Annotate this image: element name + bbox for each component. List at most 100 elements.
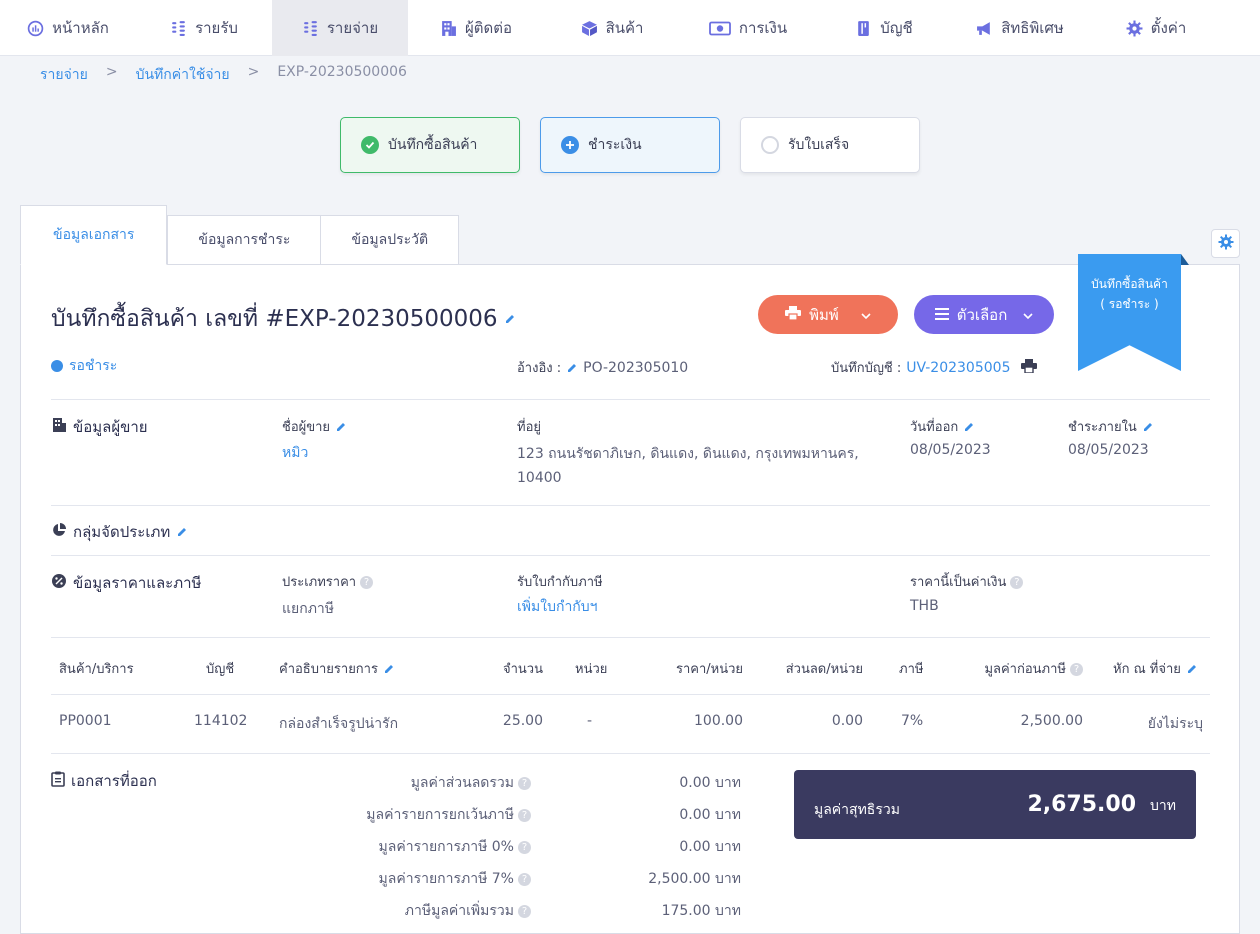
nav-income[interactable]: รายรับ [136, 0, 272, 56]
seller-section-title: ข้อมูลผู้ขาย [51, 415, 148, 439]
document-title: บันทึกซื้อสินค้า เลขที่ #EXP-20230500006 [51, 306, 498, 332]
col-unit: หน่วย [575, 662, 608, 677]
status-badge: รอชำระ [51, 355, 117, 377]
page-title: บันทึกซื้อสินค้า เลขที่ #EXP-20230500006 [51, 301, 516, 337]
col-pretax-label: มูลค่าก่อนภาษี [984, 662, 1066, 677]
summary-value: 0.00 บาท [679, 839, 741, 855]
breadcrumb-expense-records[interactable]: บันทึกค่าใช้จ่าย [136, 64, 230, 86]
col-description-label: คำอธิบายรายการ [279, 662, 378, 677]
step-label: รับใบเสร็จ [788, 137, 850, 153]
summary-value: 2,500.00 บาท [648, 871, 741, 887]
help-icon[interactable]: ? [518, 904, 531, 918]
summary-label: ภาษีมูลค่าเพิ่มรวม [404, 903, 514, 919]
net-total-label: มูลค่าสุทธิรวม [814, 801, 900, 818]
breadcrumb: รายจ่าย > บันทึกค่าใช้จ่าย > EXP-2023050… [40, 64, 407, 86]
ledger-link[interactable]: UV-202305005 [906, 360, 1010, 376]
print-button[interactable]: พิมพ์ [758, 295, 898, 334]
currency-label: ราคานี้เป็นค่าเงิน [910, 575, 1007, 590]
step-label: บันทึกซื้อสินค้า [388, 137, 478, 153]
step-payment[interactable]: ชำระเงิน [540, 117, 720, 173]
tax-invoice-label: รับใบกำกับภาษี [517, 575, 603, 590]
dashboard-icon [27, 20, 44, 37]
nav-accounting[interactable]: บัญชี [816, 0, 952, 56]
edit-pencil-icon[interactable] [1142, 421, 1154, 433]
printer-icon [785, 305, 802, 324]
status-text: รอชำระ [69, 358, 118, 374]
nav-settings[interactable]: ตั้งค่า [1088, 0, 1224, 56]
breadcrumb-expense[interactable]: รายจ่าย [40, 64, 88, 86]
col-tax: ภาษี [899, 662, 924, 677]
price-type-label: ประเภทราคา [282, 575, 357, 590]
summary-label: มูลค่ารายการภาษี 0% [378, 839, 514, 855]
ribbon-title: บันทึกซื้อสินค้า [1091, 277, 1168, 291]
summary-row: มูลค่ารายการภาษี 0%? 0.00 บาท [301, 836, 741, 858]
edit-pencil-icon[interactable] [176, 526, 188, 538]
help-icon[interactable]: ? [518, 872, 531, 886]
col-account: บัญชี [206, 662, 235, 677]
nav-label: บัญชี [880, 19, 913, 37]
pie-chart-icon [51, 522, 67, 542]
breadcrumb-separator: > [105, 64, 118, 80]
net-total-value: 2,675.00 [1027, 792, 1137, 817]
product-code-link[interactable]: PP0001 [59, 713, 112, 729]
nav-contacts[interactable]: ผู้ติดต่อ [408, 0, 544, 56]
nav-finance[interactable]: การเงิน [680, 0, 816, 56]
summary-value: 0.00 บาท [679, 775, 741, 791]
tab-payment-info[interactable]: ข้อมูลการชำระ [167, 215, 322, 265]
nav-label: รายจ่าย [326, 19, 379, 37]
tab-document-info[interactable]: ข้อมูลเอกสาร [20, 205, 168, 265]
nav-dashboard[interactable]: หน้าหลัก [0, 0, 136, 56]
progress-steps: บันทึกซื้อสินค้า ชำระเงิน รับใบเสร็จ [340, 117, 920, 173]
chevron-down-icon [1023, 306, 1033, 324]
col-description: คำอธิบายรายการ [279, 658, 395, 679]
coins-icon [170, 20, 187, 37]
edit-pencil-icon[interactable] [335, 421, 347, 433]
help-icon[interactable]: ? [1010, 576, 1024, 589]
ribbon-fold [1181, 254, 1189, 265]
step-label: ชำระเงิน [588, 137, 642, 153]
edit-pencil-icon[interactable] [963, 421, 975, 433]
divider [51, 505, 1210, 506]
check-circle-icon [361, 136, 379, 154]
megaphone-icon [976, 20, 993, 37]
step-receive-receipt[interactable]: รับใบเสร็จ [740, 117, 920, 173]
col-withholding-label: หัก ณ ที่จ่าย [1113, 662, 1181, 677]
top-nav: หน้าหลัก รายรับ รายจ่าย ผู้ติดต่อ สินค้า… [0, 0, 1260, 56]
nav-products[interactable]: สินค้า [544, 0, 680, 56]
price-type-field: ประเภทราคา? [282, 571, 374, 592]
menu-icon [934, 306, 949, 324]
edit-pencil-icon[interactable] [383, 663, 395, 675]
gear-icon [1218, 234, 1234, 254]
document-tabs: ข้อมูลเอกสาร ข้อมูลการชำระ ข้อมูลประวัติ [20, 205, 460, 265]
breadcrumb-current: EXP-20230500006 [277, 64, 407, 80]
book-icon [855, 20, 872, 37]
reference-value: PO-202305010 [583, 359, 689, 376]
item-unit: - [587, 713, 593, 729]
building-icon [440, 20, 457, 37]
category-section-title: กลุ่มจัดประเภท [51, 520, 188, 544]
edit-pencil-icon[interactable] [1186, 663, 1198, 675]
settings-button[interactable] [1211, 229, 1240, 258]
seller-name-field: ชื่อผู้ขาย [282, 416, 347, 437]
item-withholding: ยังไม่ระบุ [1147, 716, 1203, 732]
nav-privileges[interactable]: สิทธิพิเศษ [952, 0, 1088, 56]
step-purchase-recorded[interactable]: บันทึกซื้อสินค้า [340, 117, 520, 173]
edit-pencil-icon[interactable] [504, 313, 516, 325]
edit-pencil-icon[interactable] [566, 362, 578, 374]
col-discount: ส่วนลด/หน่วย [785, 662, 863, 677]
add-tax-invoice-link[interactable]: เพิ่มใบกำกับฯ [517, 596, 598, 618]
help-icon[interactable]: ? [518, 840, 531, 854]
options-label: ตัวเลือก [956, 305, 1008, 324]
help-icon[interactable]: ? [518, 776, 531, 790]
summary-label: มูลค่าส่วนลดรวม [410, 775, 514, 791]
seller-name-link[interactable]: หมิว [282, 442, 308, 464]
currency-field: ราคานี้เป็นค่าเงิน? [910, 571, 1024, 592]
tab-history-info[interactable]: ข้อมูลประวัติ [321, 215, 460, 265]
chevron-down-icon [861, 306, 871, 324]
printer-icon[interactable] [1021, 358, 1038, 377]
nav-expense[interactable]: รายจ่าย [272, 0, 408, 56]
help-icon[interactable]: ? [1070, 663, 1083, 676]
options-button[interactable]: ตัวเลือก [914, 295, 1054, 334]
help-icon[interactable]: ? [518, 808, 531, 822]
help-icon[interactable]: ? [360, 576, 374, 589]
